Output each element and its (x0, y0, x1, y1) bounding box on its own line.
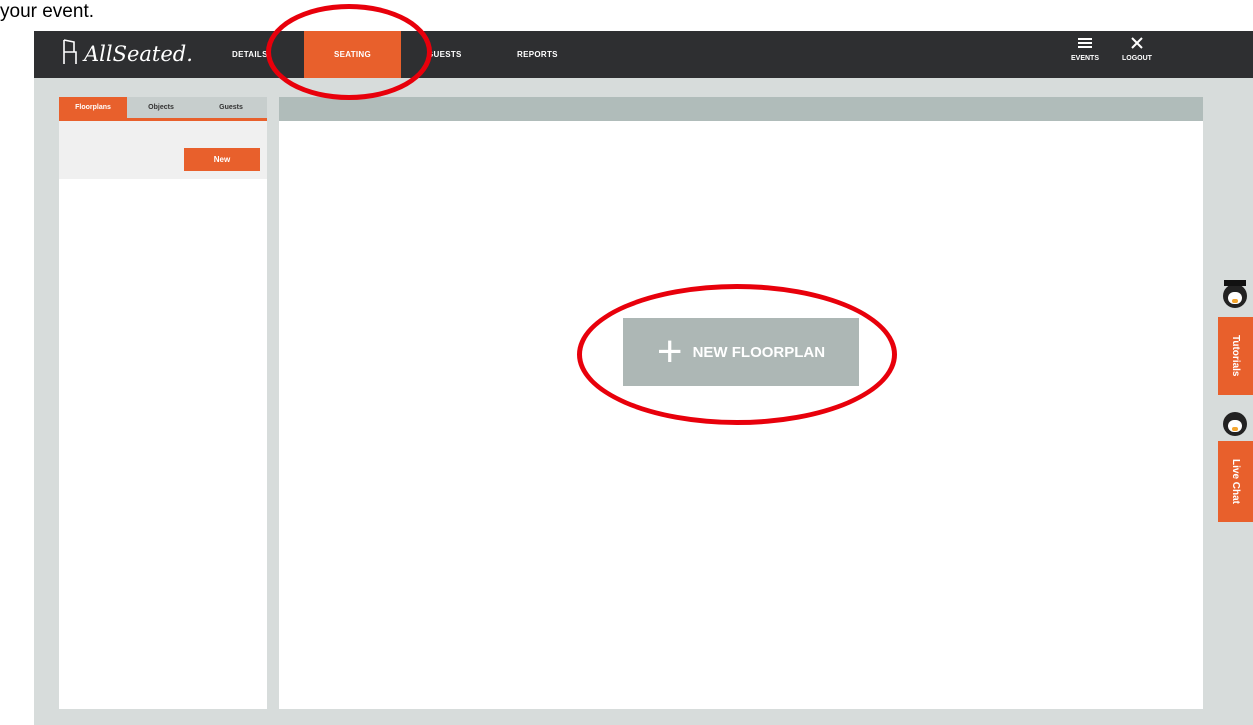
logo-text: AllSeated. (84, 42, 193, 66)
logout-button[interactable]: LOGOUT (1112, 37, 1162, 62)
events-button[interactable]: EVENTS (1060, 37, 1110, 62)
events-label: EVENTS (1070, 55, 1099, 62)
tab-objects[interactable]: Objects (127, 97, 195, 118)
menu-icon (1060, 37, 1110, 55)
penguin-chat-icon (1223, 412, 1247, 436)
nav-guests[interactable]: GUESTS (427, 31, 487, 78)
chair-icon (60, 38, 80, 71)
canvas-header (279, 97, 1203, 121)
left-panel: Floorplans Objects Guests New (59, 97, 267, 709)
tutorials-label: Tutorials (1230, 335, 1241, 377)
nav-reports[interactable]: REPORTS (517, 31, 577, 78)
app-logo[interactable]: AllSeated. (60, 37, 193, 71)
top-nav-bar: AllSeated. DETAILS SEATING GUESTS REPORT… (34, 31, 1253, 78)
live-chat-label: Live Chat (1230, 458, 1241, 504)
tutorials-tab[interactable]: Tutorials (1218, 317, 1253, 395)
new-button[interactable]: New (184, 148, 260, 171)
live-chat-tab[interactable]: Live Chat (1218, 441, 1253, 522)
close-icon (1112, 37, 1162, 55)
left-panel-tabs: Floorplans Objects Guests (59, 97, 267, 121)
penguin-graduate-icon (1223, 280, 1247, 308)
highlight-circle-seating (266, 4, 432, 100)
logout-label: LOGOUT (1122, 55, 1152, 62)
tab-floorplans[interactable]: Floorplans (59, 97, 127, 118)
highlight-circle-new-floorplan (577, 284, 897, 425)
caption-text: your event. (0, 1, 94, 22)
tab-guests[interactable]: Guests (195, 97, 267, 118)
floorplan-toolbar: New (59, 121, 267, 179)
